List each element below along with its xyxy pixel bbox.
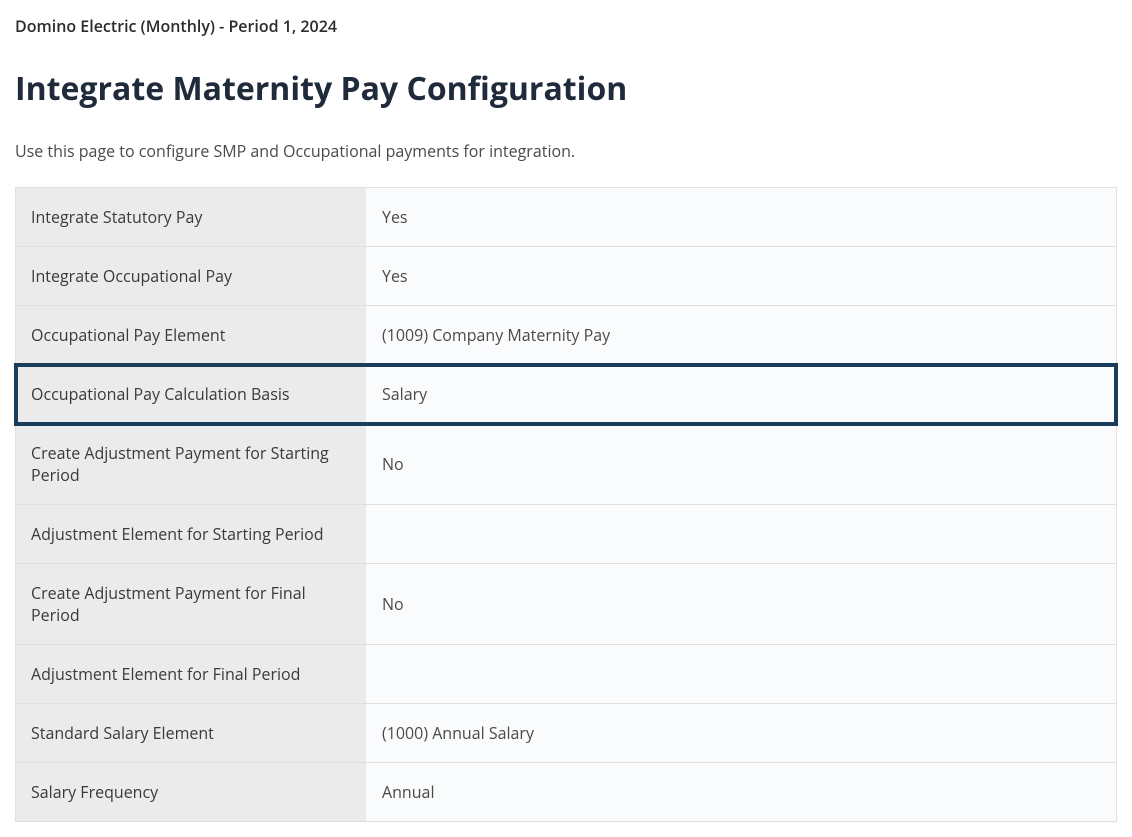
row-value-standard-salary-element: (1000) Annual Salary [366, 704, 1116, 762]
row-label-create-adjustment-final: Create Adjustment Payment for Final Peri… [16, 564, 366, 644]
row-value-salary-frequency: Annual [366, 763, 1116, 821]
table-row-highlighted: Occupational Pay Calculation Basis Salar… [16, 365, 1116, 424]
breadcrumb: Domino Electric (Monthly) - Period 1, 20… [15, 15, 1117, 37]
row-value-occupational-pay-calculation-basis: Salary [366, 365, 1116, 423]
row-label-integrate-statutory-pay: Integrate Statutory Pay [16, 188, 366, 246]
row-value-integrate-occupational-pay: Yes [366, 247, 1116, 305]
page-title: Integrate Maternity Pay Configuration [15, 67, 1117, 110]
row-label-create-adjustment-starting: Create Adjustment Payment for Starting P… [16, 424, 366, 504]
row-value-integrate-statutory-pay: Yes [366, 188, 1116, 246]
row-value-occupational-pay-element: (1009) Company Maternity Pay [366, 306, 1116, 364]
row-label-adjustment-element-starting: Adjustment Element for Starting Period [16, 505, 366, 563]
row-label-salary-frequency: Salary Frequency [16, 763, 366, 821]
row-label-integrate-occupational-pay: Integrate Occupational Pay [16, 247, 366, 305]
table-row: Salary Frequency Annual [16, 763, 1116, 821]
row-value-adjustment-element-final [366, 645, 1116, 703]
row-label-standard-salary-element: Standard Salary Element [16, 704, 366, 762]
row-label-occupational-pay-calculation-basis: Occupational Pay Calculation Basis [16, 365, 366, 423]
table-row: Occupational Pay Element (1009) Company … [16, 306, 1116, 365]
page-description: Use this page to configure SMP and Occup… [15, 140, 1117, 162]
row-label-occupational-pay-element: Occupational Pay Element [16, 306, 366, 364]
row-value-create-adjustment-final: No [366, 564, 1116, 644]
table-row: Integrate Statutory Pay Yes [16, 188, 1116, 247]
row-value-adjustment-element-starting [366, 505, 1116, 563]
config-table: Integrate Statutory Pay Yes Integrate Oc… [15, 187, 1117, 822]
table-row: Create Adjustment Payment for Starting P… [16, 424, 1116, 505]
table-row: Standard Salary Element (1000) Annual Sa… [16, 704, 1116, 763]
row-value-create-adjustment-starting: No [366, 424, 1116, 504]
row-label-adjustment-element-final: Adjustment Element for Final Period [16, 645, 366, 703]
table-row: Adjustment Element for Final Period [16, 645, 1116, 704]
table-row: Integrate Occupational Pay Yes [16, 247, 1116, 306]
table-row: Create Adjustment Payment for Final Peri… [16, 564, 1116, 645]
table-row: Adjustment Element for Starting Period [16, 505, 1116, 564]
